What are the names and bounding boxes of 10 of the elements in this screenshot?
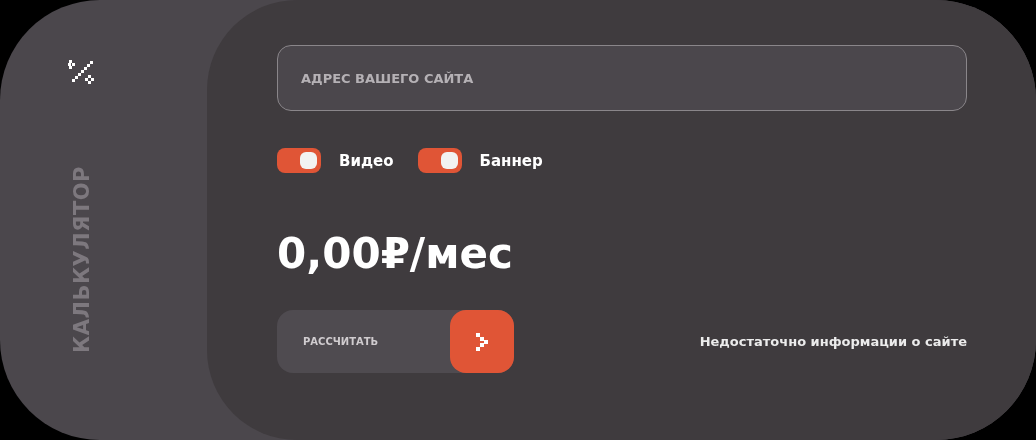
toggle-label: Баннер [479,151,543,170]
status-message: Недостаточно информации о сайте [699,334,967,349]
site-address-field[interactable]: АДРЕС ВАШЕГО САЙТА [277,45,967,111]
toggle-switch[interactable] [277,148,321,173]
toggle-label: Видео [339,151,394,170]
toggle-switch[interactable] [417,148,462,173]
price-text: 0,00₽/мес [277,229,514,278]
calculate-button[interactable]: РАССЧИТАТЬ [277,310,514,373]
percent-icon [67,58,96,86]
chevron-icon [476,332,488,351]
